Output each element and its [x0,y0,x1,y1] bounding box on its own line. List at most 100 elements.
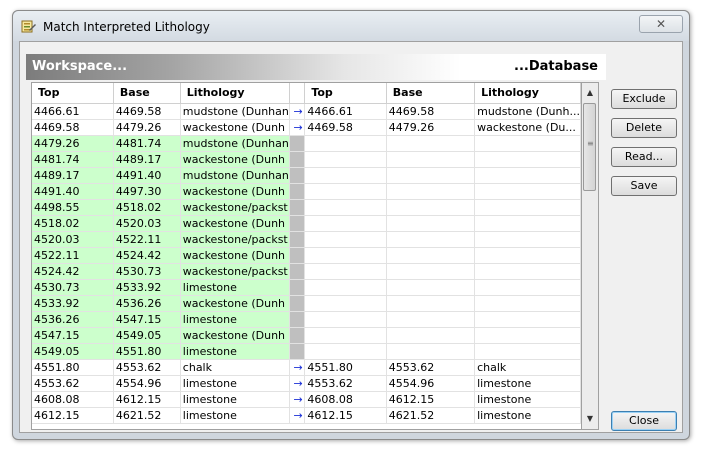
workspace-top-cell[interactable]: 4530.73 [32,279,114,296]
table-row[interactable]: 4547.15 4549.05 wackestone (Dunh [32,327,581,344]
workspace-top-cell[interactable]: 4524.42 [32,263,114,280]
database-base-cell[interactable] [386,343,476,360]
column-header-workspace-lithology[interactable]: Lithology [180,83,290,104]
workspace-top-cell[interactable]: 4536.26 [32,311,114,328]
table-row[interactable]: 4489.17 4491.40 mudstone (Dunhan [32,167,581,184]
database-lithology-cell[interactable] [474,231,581,248]
database-lithology-cell[interactable] [474,215,581,232]
database-base-cell[interactable] [386,215,476,232]
database-top-cell[interactable] [304,311,387,328]
database-lithology-cell[interactable] [474,311,581,328]
database-top-cell[interactable] [304,231,387,248]
workspace-base-cell[interactable]: 4497.30 [113,183,181,200]
workspace-top-cell[interactable]: 4608.08 [32,391,114,408]
workspace-top-cell[interactable]: 4491.40 [32,183,114,200]
workspace-base-cell[interactable]: 4481.74 [113,135,181,152]
database-base-cell[interactable]: 4612.15 [386,391,476,408]
workspace-top-cell[interactable]: 4547.15 [32,327,114,344]
workspace-top-cell[interactable]: 4469.58 [32,119,114,136]
lithology-grid[interactable]: Top Base Lithology Top Base Lithology 44… [31,82,582,430]
database-top-cell[interactable] [304,343,387,360]
database-top-cell[interactable] [304,151,387,168]
table-row[interactable]: 4612.15 4621.52 limestone → 4612.15 4621.52 li… [32,407,581,424]
database-base-cell[interactable]: 4553.62 [386,359,476,376]
workspace-lithology-cell[interactable]: limestone [180,391,290,408]
scroll-down-icon[interactable]: ▼ [582,411,598,427]
workspace-base-cell[interactable]: 4520.03 [113,215,181,232]
database-base-cell[interactable] [386,327,476,344]
database-top-cell[interactable]: 4608.08 [304,391,387,408]
database-top-cell[interactable] [304,295,387,312]
workspace-lithology-cell[interactable]: wackestone (Dunh [180,295,290,312]
table-row[interactable]: 4551.80 4553.62 chalk → 4551.80 4553.62 chalk [32,359,581,376]
table-row[interactable]: 4466.61 4469.58 mudstone (Dunhan → 4466.61 44… [32,103,581,120]
database-base-cell[interactable]: 4469.58 [386,103,476,120]
workspace-base-cell[interactable]: 4621.52 [113,407,181,424]
column-header-database-top[interactable]: Top [304,83,387,104]
database-base-cell[interactable] [386,295,476,312]
title-bar[interactable]: Match Interpreted Lithology ✕ [13,11,689,41]
database-base-cell[interactable] [386,231,476,248]
database-lithology-cell[interactable]: limestone [474,375,581,392]
vertical-scrollbar[interactable]: ▲ ≡ ▼ [582,82,599,430]
table-row[interactable]: 4549.05 4551.80 limestone [32,343,581,360]
delete-button[interactable]: Delete [611,118,677,138]
workspace-base-cell[interactable]: 4518.02 [113,199,181,216]
workspace-base-cell[interactable]: 4554.96 [113,375,181,392]
table-row[interactable]: 4481.74 4489.17 wackestone (Dunh [32,151,581,168]
workspace-lithology-cell[interactable]: wackestone (Dunh [180,119,290,136]
workspace-lithology-cell[interactable]: wackestone (Dunh [180,183,290,200]
database-lithology-cell[interactable]: chalk [474,359,581,376]
workspace-lithology-cell[interactable]: wackestone (Dunh [180,215,290,232]
table-row[interactable]: 4533.92 4536.26 wackestone (Dunh [32,295,581,312]
table-row[interactable]: 4530.73 4533.92 limestone [32,279,581,296]
workspace-lithology-cell[interactable]: mudstone (Dunhan [180,167,290,184]
database-base-cell[interactable] [386,199,476,216]
close-button[interactable]: Close [611,411,677,431]
window-close-button[interactable]: ✕ [639,15,683,33]
database-lithology-cell[interactable] [474,151,581,168]
workspace-top-cell[interactable]: 4553.62 [32,375,114,392]
database-base-cell[interactable] [386,311,476,328]
database-top-cell[interactable] [304,183,387,200]
workspace-base-cell[interactable]: 4533.92 [113,279,181,296]
workspace-top-cell[interactable]: 4549.05 [32,343,114,360]
table-row[interactable]: 4469.58 4479.26 wackestone (Dunh → 4469.58 44… [32,119,581,136]
database-top-cell[interactable] [304,135,387,152]
database-lithology-cell[interactable]: mudstone (Dunh... [474,103,581,120]
database-lithology-cell[interactable] [474,343,581,360]
workspace-base-cell[interactable]: 4549.05 [113,327,181,344]
table-row[interactable]: 4518.02 4520.03 wackestone (Dunh [32,215,581,232]
workspace-lithology-cell[interactable]: limestone [180,343,290,360]
workspace-top-cell[interactable]: 4612.15 [32,407,114,424]
database-base-cell[interactable]: 4554.96 [386,375,476,392]
database-lithology-cell[interactable] [474,247,581,264]
column-header-workspace-base[interactable]: Base [113,83,181,104]
database-base-cell[interactable] [386,263,476,280]
database-base-cell[interactable] [386,135,476,152]
database-lithology-cell[interactable] [474,199,581,216]
table-row[interactable]: 4536.26 4547.15 limestone [32,311,581,328]
workspace-base-cell[interactable]: 4612.15 [113,391,181,408]
database-lithology-cell[interactable] [474,263,581,280]
database-top-cell[interactable] [304,263,387,280]
database-lithology-cell[interactable] [474,167,581,184]
database-top-cell[interactable] [304,167,387,184]
database-top-cell[interactable] [304,215,387,232]
table-row[interactable]: 4479.26 4481.74 mudstone (Dunhan [32,135,581,152]
table-row[interactable]: 4520.03 4522.11 wackestone/packst [32,231,581,248]
column-header-database-base[interactable]: Base [386,83,476,104]
table-row[interactable]: 4498.55 4518.02 wackestone/packst [32,199,581,216]
workspace-top-cell[interactable]: 4522.11 [32,247,114,264]
scroll-up-icon[interactable]: ▲ [582,85,598,101]
database-base-cell[interactable] [386,247,476,264]
workspace-lithology-cell[interactable]: wackestone/packst [180,199,290,216]
database-lithology-cell[interactable]: limestone [474,391,581,408]
workspace-top-cell[interactable]: 4533.92 [32,295,114,312]
exclude-button[interactable]: Exclude [611,89,677,109]
workspace-lithology-cell[interactable]: limestone [180,279,290,296]
workspace-top-cell[interactable]: 4466.61 [32,103,114,120]
database-top-cell[interactable] [304,327,387,344]
workspace-top-cell[interactable]: 4481.74 [32,151,114,168]
database-lithology-cell[interactable] [474,183,581,200]
